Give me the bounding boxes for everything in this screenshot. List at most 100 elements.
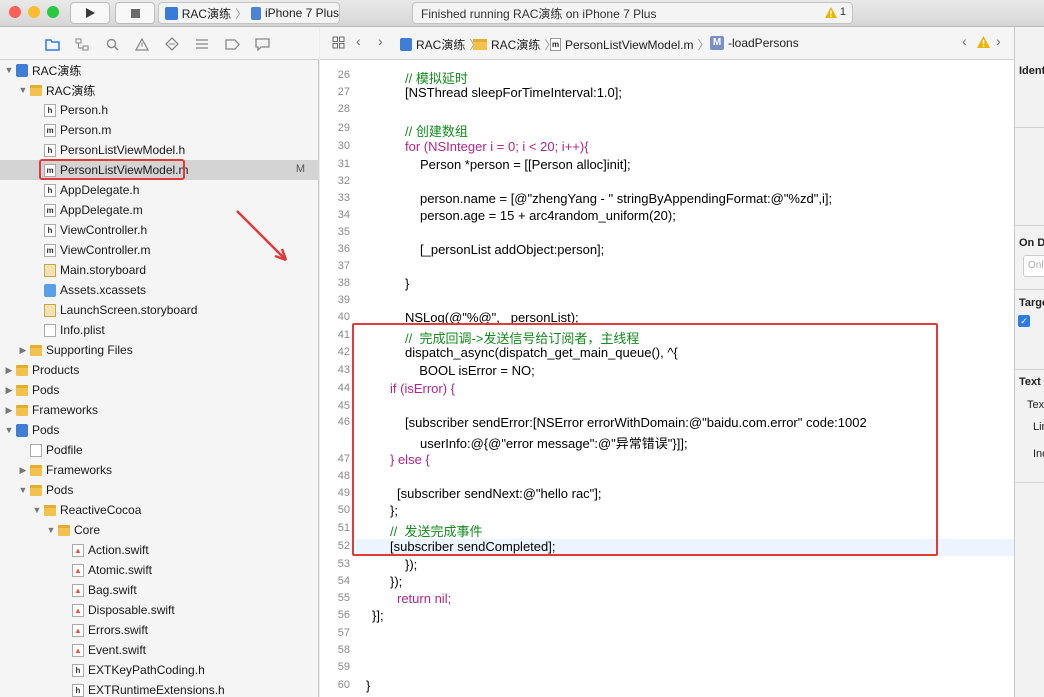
swift-file-icon: ▲ [72,583,84,597]
stop-button[interactable] [115,2,155,24]
run-button[interactable] [70,2,110,24]
file-tree-item[interactable]: ▶ Frameworks [0,460,319,480]
disclosure-collapsed-icon[interactable]: ▶ [4,365,14,376]
activity-status-text: Finished running RAC演练 on iPhone 7 Plus [421,6,657,21]
test-icon[interactable] [164,36,180,52]
file-tree-item-label: Frameworks [32,403,99,417]
file-tree-item[interactable]: h Person.h [0,100,319,120]
file-tree-item[interactable]: ▶ Pods [0,380,319,400]
activity-viewer[interactable]: Finished running RAC演练 on iPhone 7 Plus … [412,2,853,24]
disclosure-collapsed-icon[interactable]: ▶ [4,405,14,416]
issue-icon[interactable] [134,36,150,52]
file-tree-item[interactable]: Assets.xcassets [0,280,319,300]
text-settings-section-label: Text [1019,376,1041,388]
file-tree-item-label: Event.swift [88,643,147,657]
file-tree-item[interactable]: LaunchScreen.storyboard [0,300,319,320]
header-file-icon: h [44,223,56,237]
disclosure-expanded-icon[interactable]: ▼ [46,525,56,535]
target-checkbox[interactable]: ✓ [1018,315,1030,327]
code-line: }); [405,557,418,572]
swift-file-icon: ▲ [72,543,84,557]
close-window-button[interactable] [9,6,21,18]
code-line: }]; [372,608,384,623]
warning-icon[interactable] [977,36,990,48]
issue-next-icon[interactable]: › [996,33,1001,49]
breadcrumb-group[interactable]: RAC演练 〉 [473,36,556,53]
file-tree-item[interactable]: h EXTRuntimeExtensions.h [0,680,319,697]
implementation-file-icon: m [44,243,56,257]
file-tree-item[interactable]: ▼ Pods [0,420,319,440]
jump-bar: ‹ › RAC演练 〉 RAC演练 〉 m PersonListViewMode… [320,27,1014,60]
implementation-file-icon: m [44,203,56,217]
line-number: 47 [337,453,350,465]
file-tree-item[interactable]: ▼ ReactiveCocoa [0,500,319,520]
disclosure-expanded-icon[interactable]: ▼ [18,85,28,95]
chevron-right-icon: 〉 [697,38,710,52]
file-tree-item[interactable]: ▲ Event.swift [0,640,319,660]
navigator-tab-bar [0,27,319,60]
file-tree-item-label: Disposable.swift [88,603,175,617]
warning-indicator[interactable]: 1 [824,6,846,18]
debug-icon[interactable] [194,36,210,52]
file-tree-item[interactable]: ▲ Action.swift [0,540,319,560]
disclosure-expanded-icon[interactable]: ▼ [4,65,14,75]
disclosure-expanded-icon[interactable]: ▼ [32,505,42,515]
chevron-right-icon[interactable]: › [378,33,383,49]
file-tree-item[interactable]: ▲ Disposable.swift [0,600,319,620]
breadcrumb-project[interactable]: RAC演练 〉 [400,36,481,53]
folder-icon [16,385,28,396]
folder-icon[interactable] [44,36,60,52]
disclosure-collapsed-icon[interactable]: ▶ [4,385,14,396]
report-icon[interactable] [254,36,270,52]
breakpoint-icon[interactable] [224,36,240,52]
file-tree-item-label: RAC演练 [32,63,82,78]
folder-icon [16,405,28,416]
file-tree-item[interactable]: h PersonListViewModel.h [0,140,319,160]
file-tree-item[interactable]: ▶ Products [0,360,319,380]
file-tree-item[interactable]: h EXTKeyPathCoding.h [0,660,319,680]
file-tree-item[interactable]: ▶ Frameworks [0,400,319,420]
header-file-icon: h [44,103,56,117]
file-tree-item[interactable]: Podfile [0,440,319,460]
code-line: for (NSInteger i = 0; i < 20; i++){ [405,139,589,154]
line-number: 54 [337,575,350,587]
disclosure-expanded-icon[interactable]: ▼ [4,425,14,435]
annotation-arrow-icon [236,210,288,262]
file-tree-item[interactable]: m Person.m [0,120,319,140]
zoom-window-button[interactable] [47,6,59,18]
file-tree-item[interactable]: h AppDelegate.h [0,180,319,200]
xcode-window: RAC演练 〉 iPhone 7 Plus Finished running R… [0,0,1044,697]
file-tree-item[interactable]: ▲ Atomic.swift [0,560,319,580]
disclosure-collapsed-icon[interactable]: ▶ [18,465,28,476]
issue-prev-icon[interactable]: ‹ [962,33,967,49]
file-tree-item[interactable]: ▲ Bag.swift [0,580,319,600]
file-tree-item[interactable]: ▲ Errors.swift [0,620,319,640]
file-tree-item-label: Main.storyboard [60,263,147,277]
assets-icon [44,283,56,297]
breadcrumb-file[interactable]: m PersonListViewModel.m 〉 [550,36,710,53]
line-number: 29 [337,122,350,134]
line-number: 51 [337,522,350,534]
on-demand-field[interactable]: Onl [1023,255,1044,277]
disclosure-collapsed-icon[interactable]: ▶ [18,345,28,356]
play-icon [86,8,95,18]
hierarchy-icon[interactable] [74,36,90,52]
minimize-window-button[interactable] [28,6,40,18]
file-tree-item-label: AppDelegate.h [60,183,140,197]
file-tree-item[interactable]: ▼ RAC演练 [0,80,319,100]
file-tree-item[interactable]: ▼ Core [0,520,319,540]
related-items-icon[interactable] [332,36,345,49]
scheme-selector[interactable]: RAC演练 〉 iPhone 7 Plus [158,2,340,24]
breadcrumb-method[interactable]: M -loadPersons [710,36,799,50]
file-tree-item-label: Frameworks [46,463,113,477]
file-tree-item[interactable]: ▶ Supporting Files [0,340,319,360]
disclosure-expanded-icon[interactable]: ▼ [18,485,28,495]
chevron-left-icon[interactable]: ‹ [356,33,361,49]
xcode-app-icon [165,6,178,20]
file-tree-item[interactable]: Info.plist [0,320,319,340]
file-tree-item[interactable]: ▼ RAC演练 [0,60,319,80]
search-icon[interactable] [104,36,120,52]
storyboard-icon [44,263,56,277]
line-number: 35 [337,226,350,238]
file-tree-item[interactable]: ▼ Pods [0,480,319,500]
